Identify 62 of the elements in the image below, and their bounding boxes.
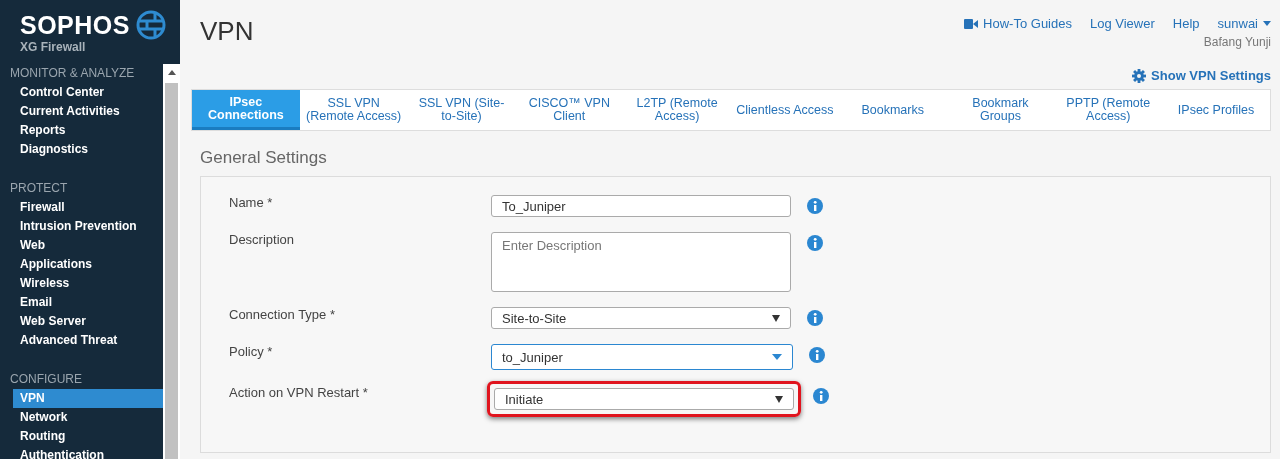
info-icon[interactable] <box>813 388 829 404</box>
description-field[interactable]: Enter Description <box>491 232 791 292</box>
sidebar-item[interactable]: VPN <box>13 389 163 408</box>
caret-icon <box>772 354 782 360</box>
field-label: Description <box>229 232 296 249</box>
sidebar-item[interactable]: Web <box>13 236 163 255</box>
sidebar-section-title: PROTECT <box>9 181 69 196</box>
field-label: Action on VPN Restart * <box>229 385 369 402</box>
tab[interactable]: Bookmark Groups <box>946 90 1055 130</box>
header-link[interactable]: Log Viewer <box>1089 16 1155 31</box>
tab[interactable]: IPsec Profiles <box>1162 90 1270 130</box>
sidebar-item[interactable]: Control Center <box>13 83 163 102</box>
globe-logo-icon <box>136 10 166 40</box>
tab[interactable]: SSL VPN (Remote Access) <box>299 90 408 130</box>
info-icon[interactable] <box>807 198 823 214</box>
sidebar-section-title: MONITOR & ANALYZE <box>9 66 136 81</box>
brand-logo: SOPHOS <box>20 10 130 40</box>
header-link[interactable]: sunwai <box>1217 16 1271 31</box>
section-title: General Settings <box>200 148 328 168</box>
sidebar-item[interactable]: Wireless <box>13 274 163 293</box>
sidebar-item[interactable]: Applications <box>13 255 163 274</box>
sidebar-item[interactable]: Firewall <box>13 198 163 217</box>
page-title: VPN <box>200 16 254 48</box>
organization-name: Bafang Yunji <box>1203 35 1271 49</box>
sidebar-item[interactable]: Web Server <box>13 312 163 331</box>
sidebar-item[interactable]: Routing <box>13 427 163 446</box>
name-field[interactable]: To_Juniper <box>491 195 791 217</box>
info-icon[interactable] <box>807 310 823 326</box>
tab[interactable]: SSL VPN (Site-to-Site) <box>407 90 516 130</box>
dropdown-field[interactable]: Site-to-Site <box>491 307 791 329</box>
header-link[interactable]: Help <box>1172 16 1200 31</box>
product-name: XG Firewall <box>20 40 87 54</box>
sidebar-item[interactable]: Reports <box>13 121 163 140</box>
caret-icon <box>772 314 780 322</box>
info-icon[interactable] <box>809 347 825 363</box>
scroll-up-icon[interactable] <box>167 70 176 75</box>
tab[interactable]: CISCO™ VPN Client <box>515 90 624 130</box>
field-label: Policy * <box>229 344 274 361</box>
tab[interactable]: Clientless Access <box>731 90 839 130</box>
header-link[interactable]: How-To Guides <box>964 16 1072 31</box>
tab[interactable]: PPTP (Remote Access) <box>1054 90 1163 130</box>
sidebar-item[interactable]: Diagnostics <box>13 140 163 159</box>
video-camera-icon <box>964 18 979 29</box>
sidebar-item[interactable]: Current Activities <box>13 102 163 121</box>
sidebar-item[interactable]: Authentication <box>13 446 163 459</box>
scrollbar[interactable] <box>163 64 180 459</box>
dropdown-field[interactable]: Initiate <box>494 388 794 410</box>
field-label: Connection Type * <box>229 307 336 324</box>
sidebar-item[interactable]: Network <box>13 408 163 427</box>
sidebar-section-title: CONFIGURE <box>9 372 83 387</box>
sidebar-item[interactable]: Email <box>13 293 163 312</box>
caret-icon <box>775 395 783 403</box>
sidebar-item[interactable]: Intrusion Prevention <box>13 217 163 236</box>
sidebar-item[interactable]: Advanced Threat <box>13 331 163 350</box>
gear-icon <box>1132 68 1147 83</box>
settings-link[interactable]: Show VPN Settings <box>1132 68 1271 83</box>
tab[interactable]: Bookmarks <box>838 90 947 130</box>
tab[interactable]: L2TP (Remote Access) <box>623 90 731 130</box>
dropdown-field[interactable]: to_Juniper <box>491 344 793 370</box>
caret-icon <box>1263 21 1271 26</box>
field-label: Name * <box>229 195 274 212</box>
info-icon[interactable] <box>807 235 823 251</box>
